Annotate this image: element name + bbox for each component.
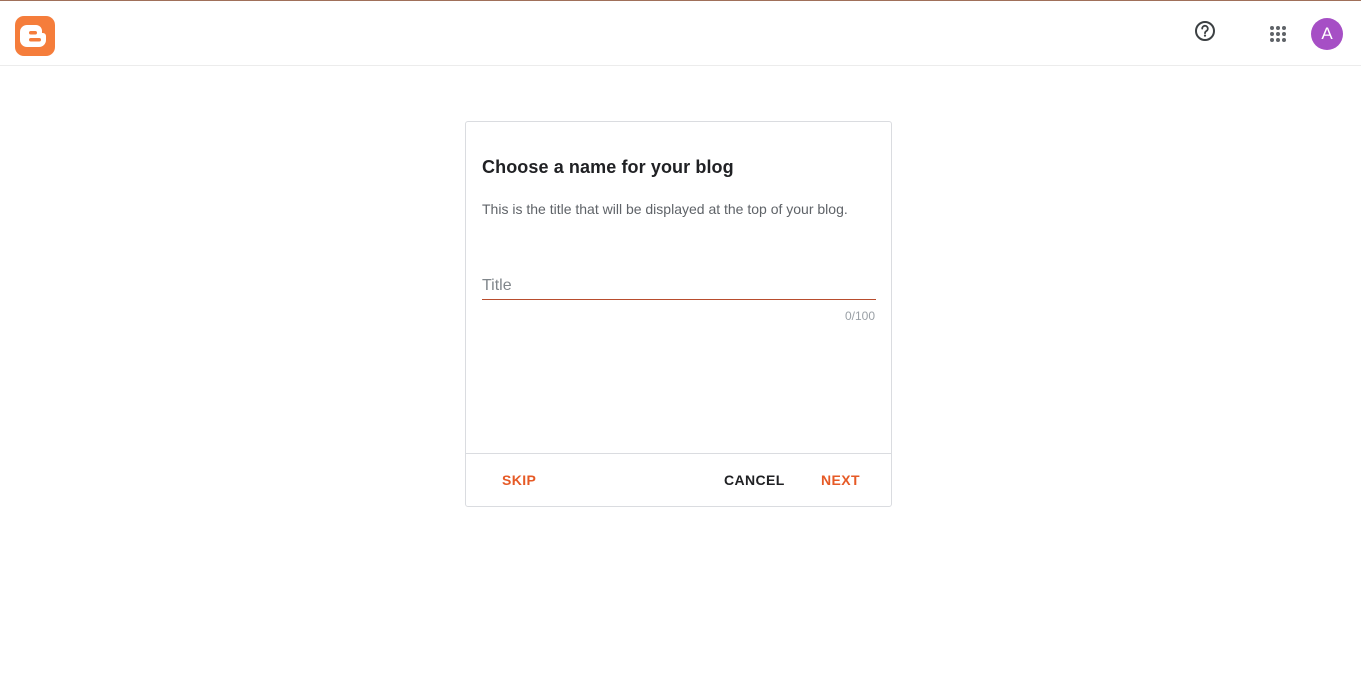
cancel-button[interactable]: CANCEL [724, 468, 785, 492]
dialog-title: Choose a name for your blog [482, 157, 734, 177]
apps-grid-icon[interactable] [1266, 22, 1290, 46]
dialog-description: This is the title that will be displayed… [482, 201, 848, 217]
character-counter: 0/100 [844, 309, 875, 323]
help-circle-icon[interactable] [1194, 20, 1216, 42]
app-header: A [0, 1, 1361, 66]
blog-title-input[interactable] [482, 272, 876, 300]
blogger-logo-icon[interactable] [15, 16, 55, 56]
dialog-footer-divider [466, 453, 891, 454]
skip-button[interactable]: SKIP [502, 468, 536, 492]
account-avatar[interactable]: A [1311, 18, 1343, 50]
blog-name-dialog: Choose a name for your blog This is the … [465, 121, 892, 507]
next-button[interactable]: NEXT [821, 468, 860, 492]
